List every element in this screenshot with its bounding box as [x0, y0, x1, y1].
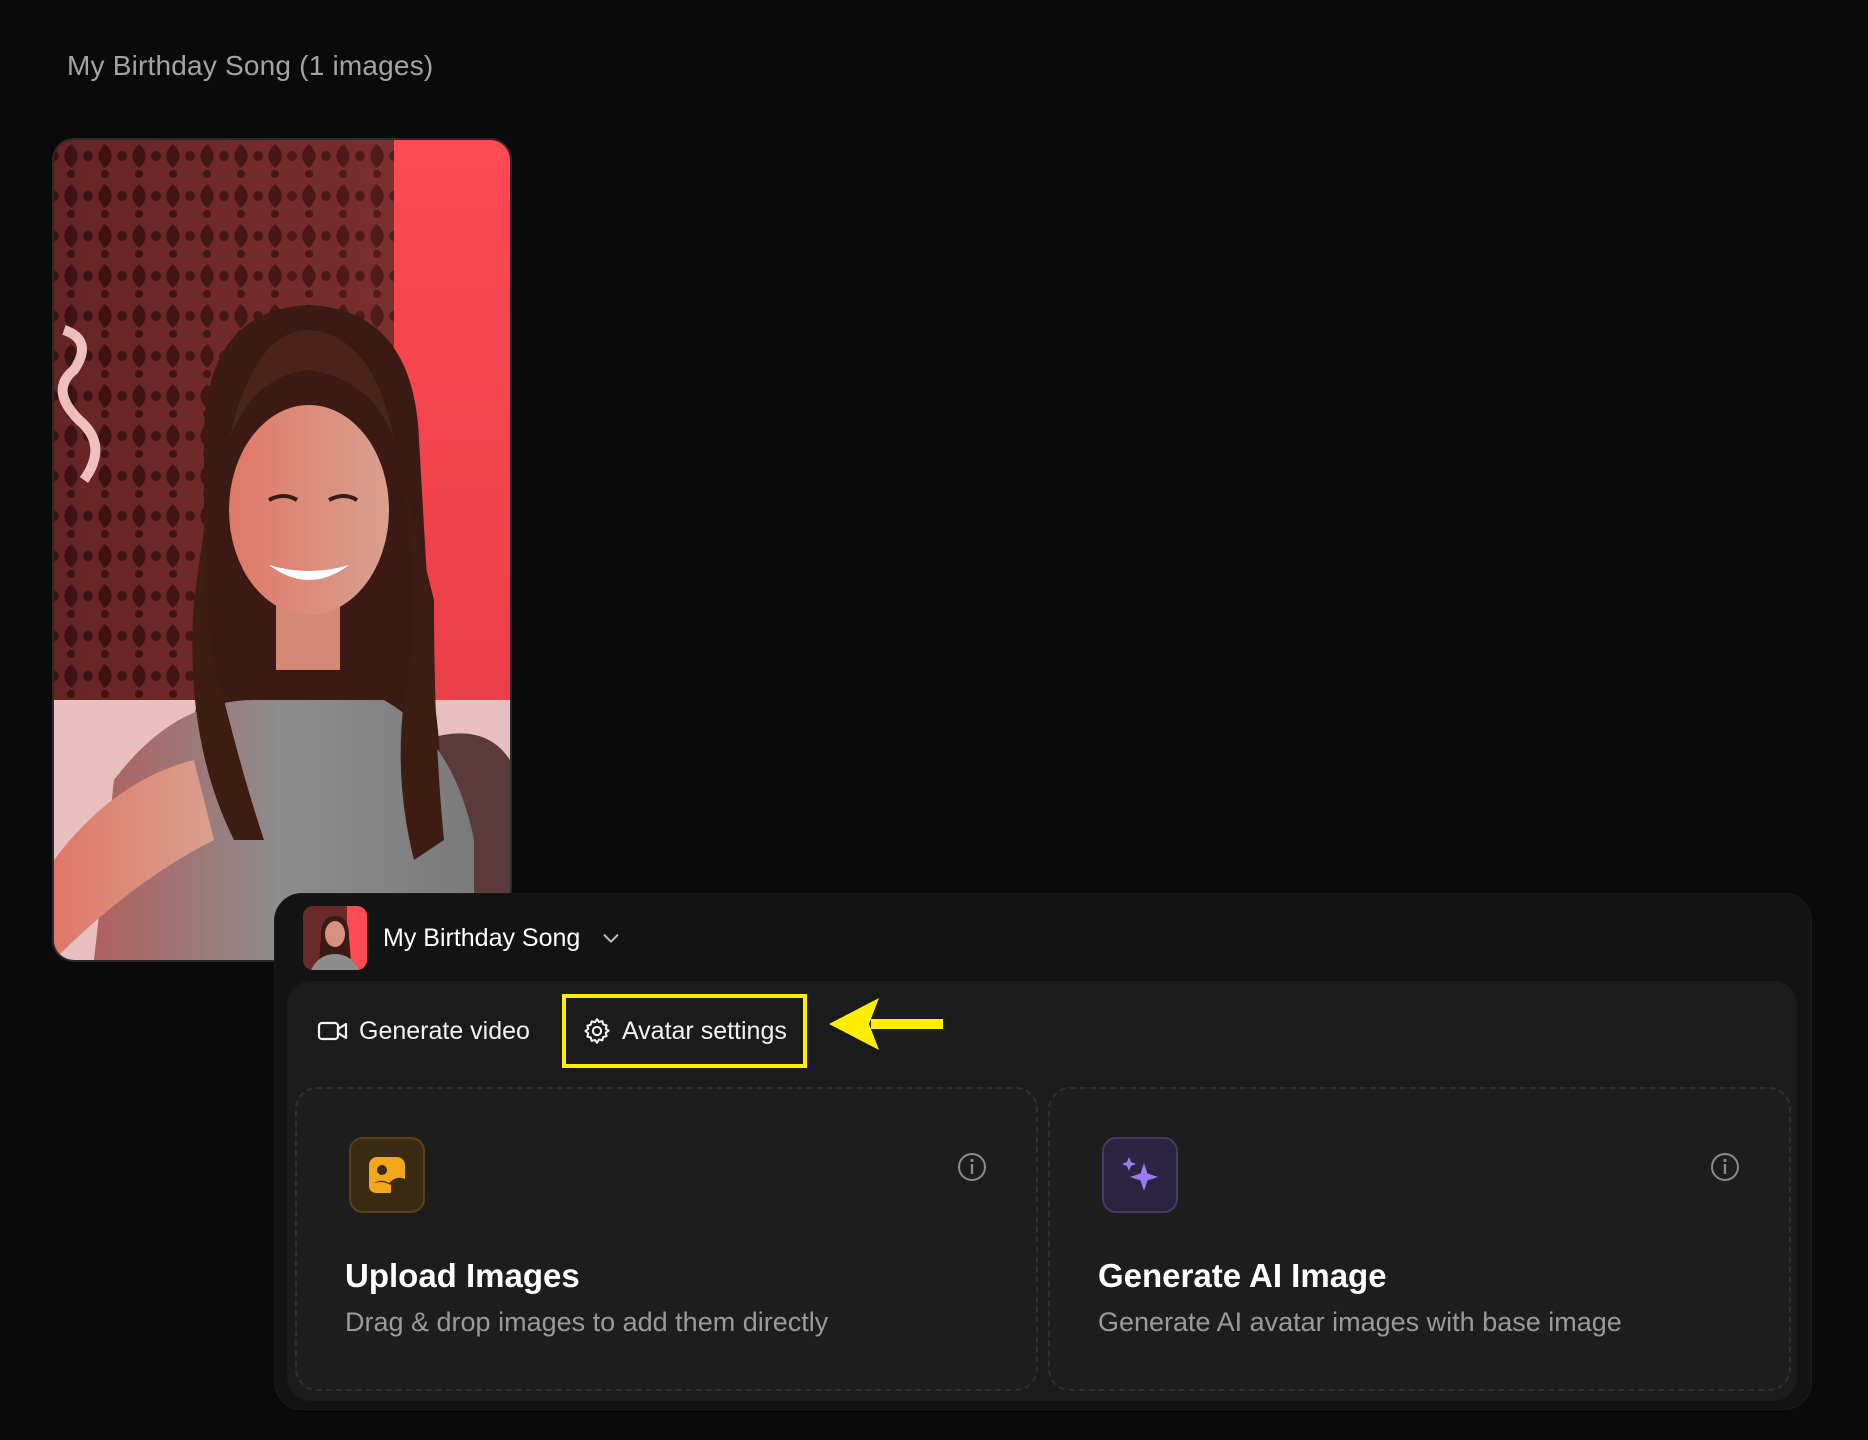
avatar-image-card[interactable] — [52, 138, 512, 962]
avatar-name: My Birthday Song — [383, 923, 581, 952]
upload-images-card[interactable]: Upload Images Drag & drop images to add … — [295, 1087, 1038, 1391]
generate-ai-image-description: Generate AI avatar images with base imag… — [1098, 1307, 1622, 1337]
chevron-down-icon — [603, 934, 619, 943]
avatar-photo — [54, 140, 510, 960]
avatar-selector[interactable]: My Birthday Song — [303, 906, 622, 970]
generate-ai-image-card[interactable]: Generate AI Image Generate AI avatar ima… — [1048, 1087, 1791, 1391]
video-camera-icon — [317, 1021, 348, 1041]
upload-images-title: Upload Images — [345, 1257, 580, 1294]
actions-container: Generate video Avatar settings Upload Im… — [287, 981, 1797, 1401]
action-toolbar: Generate video Avatar settings — [309, 991, 807, 1071]
avatar-settings-label: Avatar settings — [621, 1016, 787, 1045]
generate-video-label: Generate video — [359, 1016, 530, 1045]
gallery-title: My Birthday Song (1 images) — [67, 50, 434, 81]
gear-icon — [584, 1018, 610, 1044]
sparkles-glyph — [1122, 1157, 1158, 1191]
upload-images-description: Drag & drop images to add them directly — [345, 1307, 829, 1337]
option-cards: Upload Images Drag & drop images to add … — [295, 1087, 1791, 1391]
arrow-left-icon — [829, 998, 943, 1050]
generate-ai-image-title: Generate AI Image — [1098, 1257, 1387, 1294]
avatar-thumbnail — [303, 906, 367, 970]
page: My Birthday Song (1 images) My Birthday … — [0, 0, 1868, 1440]
sparkles-icon — [1102, 1137, 1178, 1213]
image-upload-glyph — [369, 1157, 405, 1193]
image-upload-icon — [349, 1137, 425, 1213]
info-icon[interactable] — [956, 1151, 988, 1183]
avatar-panel: My Birthday Song Generate video Avatar s… — [274, 893, 1812, 1410]
avatar-settings-button[interactable]: Avatar settings — [561, 994, 807, 1068]
avatar-thumbnail-image — [303, 906, 367, 970]
generate-video-button[interactable]: Generate video — [309, 996, 538, 1066]
info-icon[interactable] — [1709, 1151, 1741, 1183]
